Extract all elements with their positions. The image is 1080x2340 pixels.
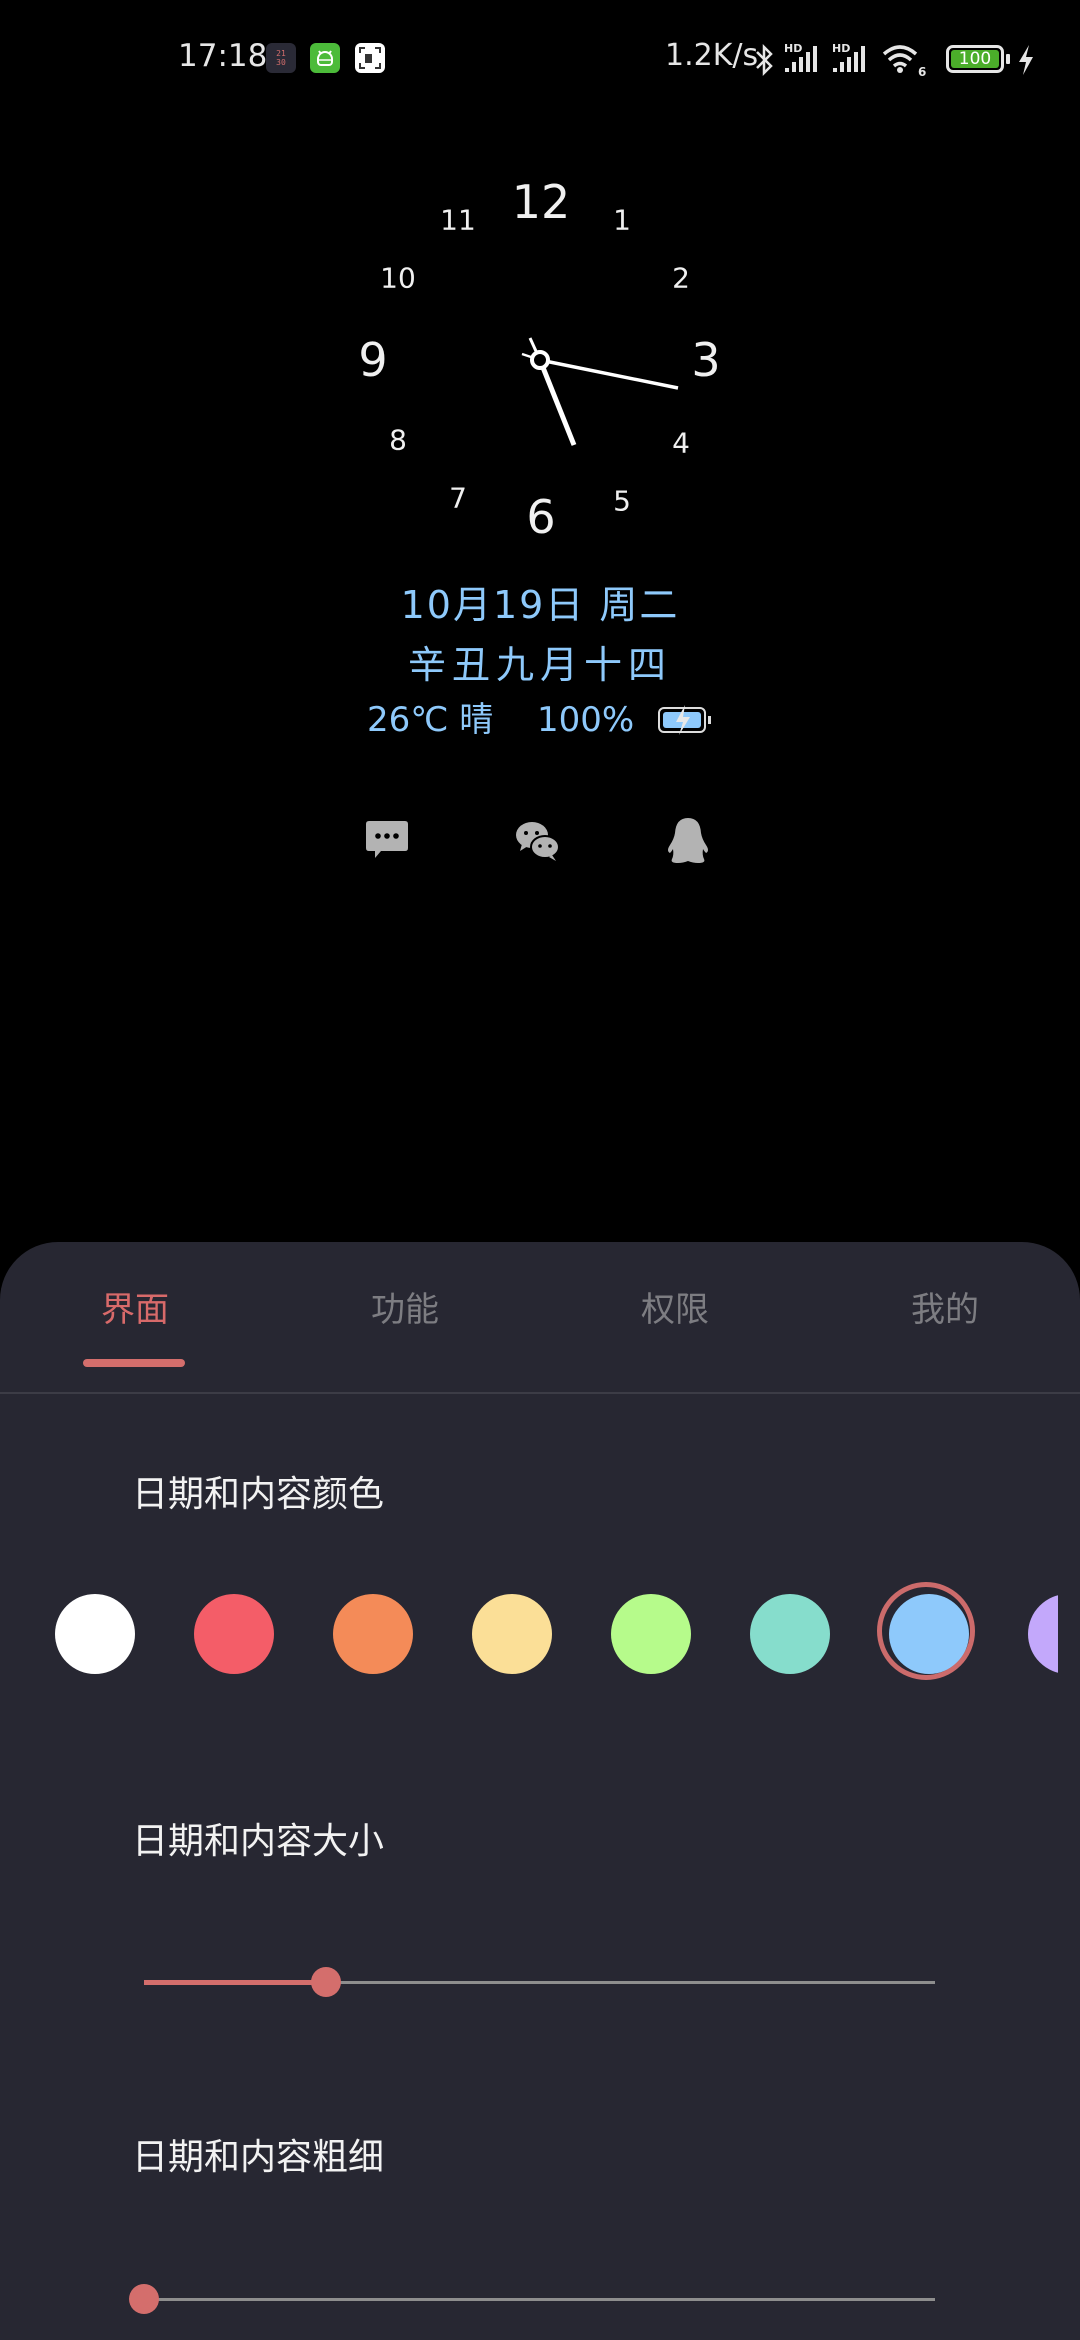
message-bubble-icon — [366, 821, 408, 858]
battery-icon: 100 — [946, 45, 1004, 73]
color-swatch[interactable] — [333, 1594, 413, 1674]
clock-center-pin — [530, 350, 550, 370]
lunar-date-text: 辛丑九月十四 — [407, 643, 672, 687]
weather-battery-line: 26℃ 晴 100% — [0, 692, 1080, 741]
tab-mine[interactable]: 我的 — [911, 1282, 979, 1331]
battery-level: 100 — [951, 50, 999, 68]
tab-features[interactable]: 功能 — [371, 1282, 439, 1331]
wechat-icon — [516, 822, 560, 861]
color-swatch[interactable] — [1028, 1594, 1058, 1674]
slider-thumb[interactable] — [129, 2284, 159, 2314]
network-speed: 1.2K/s — [665, 38, 759, 73]
size-slider[interactable] — [144, 1962, 935, 2002]
wifi-6-icon: 6 — [882, 45, 926, 79]
slider-track — [144, 2298, 935, 2301]
color-swatch[interactable] — [55, 1594, 135, 1674]
color-swatch[interactable] — [750, 1594, 830, 1674]
tab-permissions[interactable]: 权限 — [641, 1282, 709, 1331]
bluetooth-icon — [756, 43, 773, 77]
analog-clock[interactable]: 12 1 2 3 4 5 6 7 8 9 10 11 — [340, 160, 740, 560]
tab-interface[interactable]: 界面 — [101, 1282, 169, 1331]
clock-hands — [521, 337, 679, 446]
signal-hd-icon: HD — [784, 42, 817, 72]
battery-tip — [1006, 54, 1010, 64]
date-text: 10月19日 周二 — [400, 583, 680, 627]
color-swatch[interactable] — [472, 1594, 552, 1674]
svg-text:HD: HD — [784, 42, 802, 55]
status-time: 17:18 — [178, 38, 268, 74]
scanner-app-icon — [355, 43, 385, 73]
selected-swatch-ring — [877, 1582, 975, 1680]
svg-text:6: 6 — [918, 65, 926, 79]
size-section-title: 日期和内容大小 — [132, 1821, 385, 1862]
battery-percent-text: 100% — [536, 700, 635, 740]
tab-divider — [0, 1392, 1080, 1394]
color-swatch[interactable] — [611, 1594, 691, 1674]
hour-hand — [537, 359, 577, 446]
qq-penguin-icon — [668, 818, 708, 863]
tab-bar: 界面 功能 权限 我的 — [0, 1242, 1080, 1392]
shortcut-messages[interactable] — [362, 815, 414, 867]
shortcut-qq[interactable] — [662, 815, 714, 867]
signal-hd-icon: HD — [832, 42, 865, 72]
shortcut-wechat[interactable] — [512, 815, 564, 867]
android-app-icon — [310, 43, 340, 73]
active-tab-indicator — [83, 1359, 185, 1367]
svg-text:HD: HD — [832, 42, 850, 55]
weight-section-title: 日期和内容粗细 — [132, 2137, 385, 2178]
svg-text:21: 21 — [276, 49, 286, 58]
weather-text: 26℃ 晴 — [367, 700, 494, 740]
slider-fill — [144, 1980, 326, 1985]
weight-slider[interactable] — [129, 2279, 935, 2319]
minute-hand — [539, 358, 679, 390]
slider-thumb[interactable] — [310, 1967, 341, 1997]
svg-text:30: 30 — [276, 58, 286, 67]
charging-icon — [1019, 45, 1033, 75]
color-section-title: 日期和内容颜色 — [132, 1474, 385, 1515]
calendar-app-icon: 21 30 — [266, 43, 296, 73]
charging-battery-icon — [657, 705, 711, 735]
status-bar: 17:18 21 30 1.2K/s HD HD 6 100 — [0, 0, 1080, 120]
color-swatch[interactable] — [194, 1594, 274, 1674]
